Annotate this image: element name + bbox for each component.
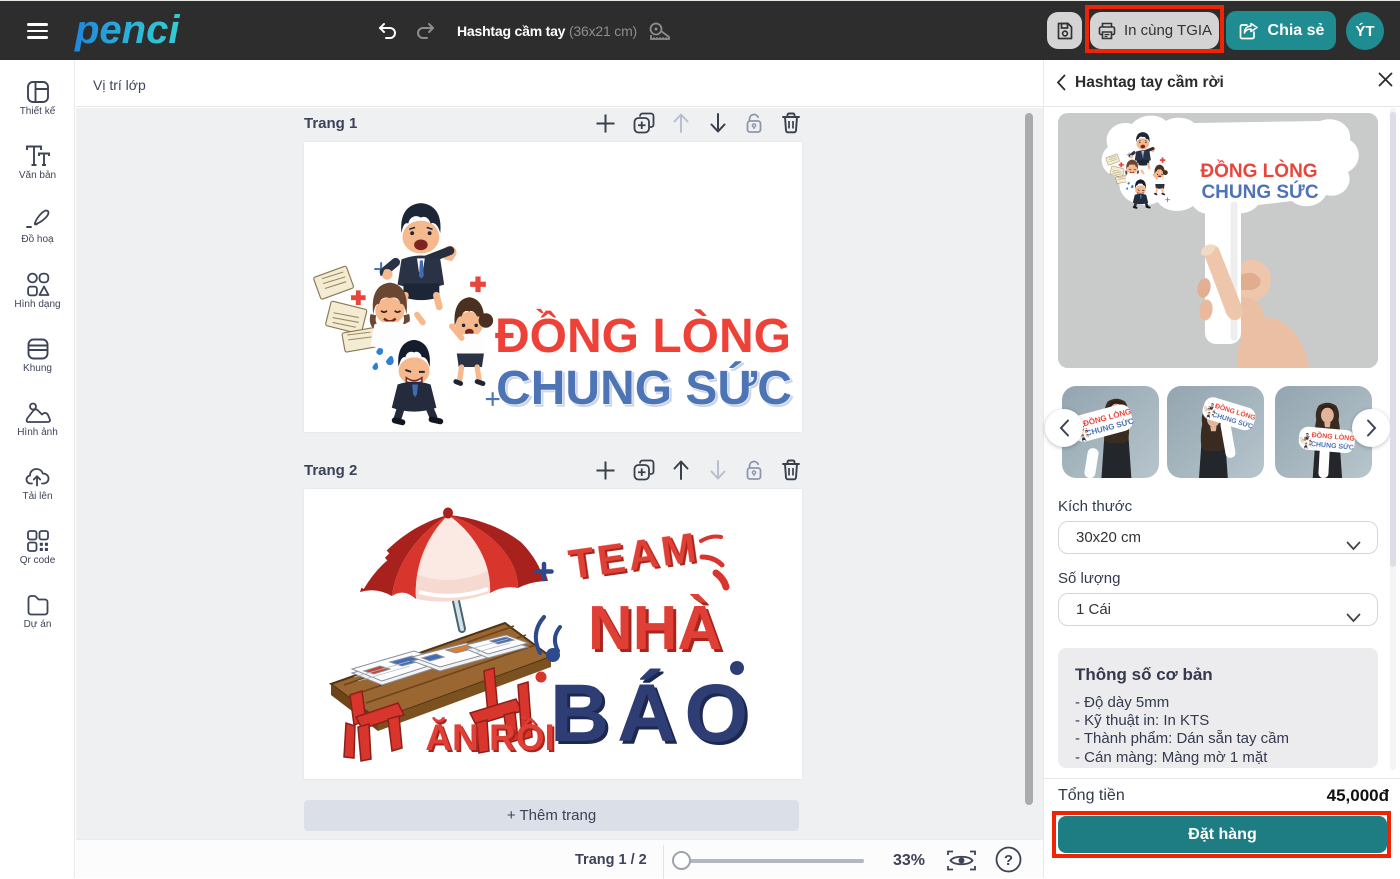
svg-text:NHÀ: NHÀ <box>588 594 722 663</box>
svg-text:penci: penci <box>74 8 180 52</box>
svg-text:ĐỒNG LÒNG: ĐỒNG LÒNG <box>1200 160 1317 182</box>
svg-text:TEAM: TEAM <box>566 523 702 588</box>
svg-text:ĐỒNG LÒNG: ĐỒNG LÒNG <box>495 308 791 363</box>
svg-text:CHUNG SỨC: CHUNG SỨC <box>1201 181 1318 203</box>
svg-text:CHUNG SỨC: CHUNG SỨC <box>496 360 792 415</box>
svg-text:BÁO: BÁO <box>550 668 756 759</box>
svg-text:ĂN RỒI: ĂN RỒI <box>425 716 555 758</box>
svg-text:?: ? <box>1004 852 1013 869</box>
